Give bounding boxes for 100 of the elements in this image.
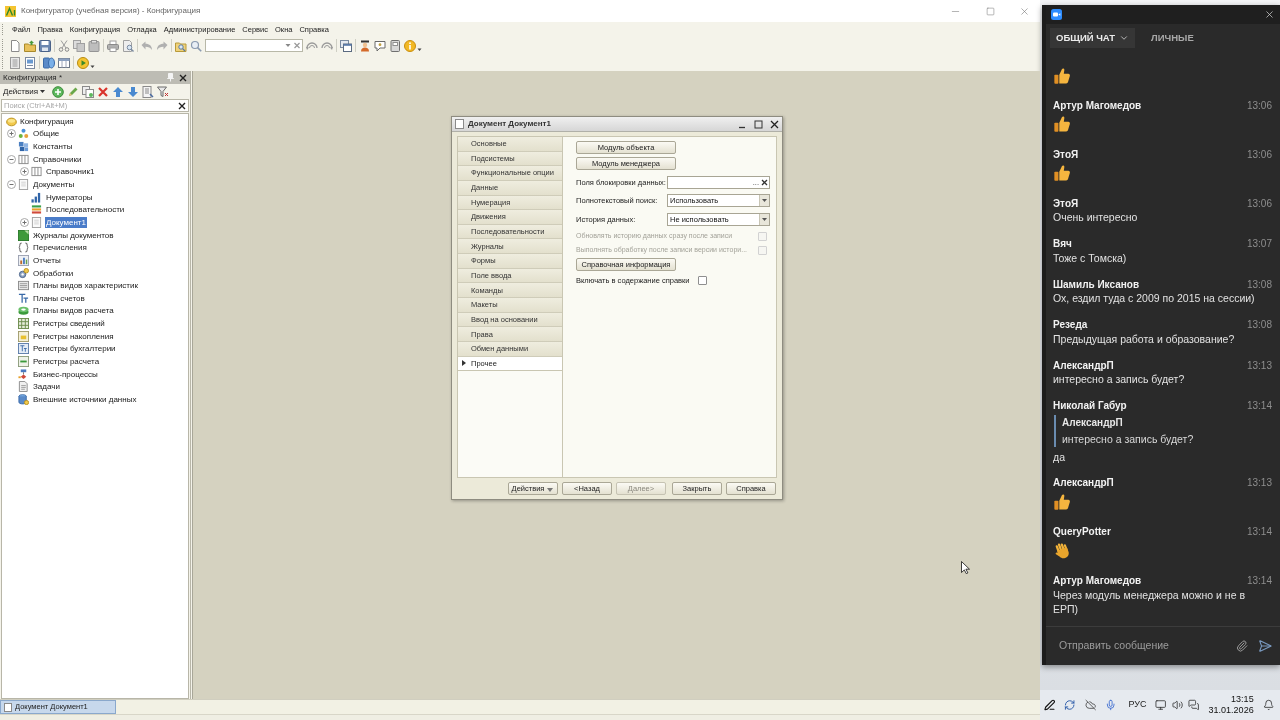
tree-item[interactable]: Обработки (32, 267, 75, 279)
clipboard-icon[interactable] (88, 39, 100, 52)
dots-icon (18, 128, 29, 140)
checkbox[interactable] (697, 276, 707, 285)
tree-item[interactable]: Нумераторы (45, 191, 94, 203)
save-icon[interactable] (39, 39, 51, 52)
message-text: Ох, ездил туда с 2009 по 2015 на сессии) (1053, 291, 1256, 306)
find-next-icon[interactable] (321, 39, 333, 52)
new-document-icon[interactable] (9, 39, 21, 52)
ascending-bars-icon (31, 191, 42, 203)
tree-item[interactable]: Документ1 (45, 216, 87, 228)
pen-icon[interactable] (1044, 699, 1056, 711)
sync-icon[interactable] (1064, 699, 1076, 711)
tree-item[interactable]: Регистры расчета (32, 356, 101, 367)
cloud-off-icon[interactable] (1084, 699, 1097, 711)
search-icon[interactable] (190, 39, 202, 52)
folder-search-icon[interactable] (175, 39, 187, 52)
find-previous-icon[interactable] (306, 39, 318, 52)
tree-item[interactable]: Общие (32, 128, 61, 140)
expand-icon[interactable] (6, 129, 16, 139)
tree-item[interactable]: Регистры накопления (32, 330, 115, 342)
tree-item[interactable]: Отчеты (32, 254, 62, 266)
windows-icon[interactable] (340, 39, 352, 52)
tree-item[interactable]: Внешние источники данных (32, 393, 138, 405)
language-indicator[interactable]: РУС (1128, 698, 1147, 712)
speaker-icon[interactable] (1171, 699, 1184, 711)
speech-bubble-icon[interactable] (374, 39, 386, 52)
list-document-icon[interactable] (9, 56, 21, 69)
image-document-icon[interactable] (24, 56, 36, 69)
open-folder-icon[interactable] (24, 39, 36, 52)
info-icon[interactable] (404, 39, 416, 52)
tree-item[interactable]: Планы видов характеристик (32, 280, 139, 292)
database-icon[interactable] (43, 56, 55, 69)
clear-icon[interactable] (178, 101, 186, 110)
chat-tab[interactable]: ЛИЧНЫЕ (1145, 28, 1200, 48)
tree-item[interactable]: Регистры бухгалтерии (32, 343, 117, 355)
print-preview-icon[interactable] (122, 39, 134, 52)
notification-bell-icon[interactable] (1262, 699, 1274, 711)
table-icon[interactable] (58, 56, 70, 69)
thumbs-up-icon (1053, 164, 1071, 182)
book-icon[interactable] (389, 39, 401, 52)
message-author: ЭтоЯ (1053, 147, 1079, 162)
copy-icon[interactable] (73, 39, 85, 52)
chat-bubbles-icon[interactable] (1188, 699, 1200, 711)
tree-item[interactable]: Журналы документов (32, 229, 115, 241)
tree-item[interactable]: Бизнес-процессы (32, 368, 99, 380)
video-camera-icon[interactable] (1051, 9, 1062, 20)
expand-icon[interactable] (19, 167, 29, 177)
close-icon[interactable] (179, 73, 187, 82)
message-author: Николай Габур (1053, 399, 1127, 413)
message-text: да (1053, 449, 1066, 465)
message-input[interactable]: Отправить сообщение (1059, 635, 1226, 657)
tree-item[interactable]: Константы (32, 141, 74, 153)
tree-item[interactable]: Регистры сведений (32, 318, 106, 330)
clock[interactable]: 13:15 31.01.2026 (1208, 694, 1254, 716)
tree-item[interactable]: Задачи (32, 381, 61, 393)
clear-icon[interactable] (760, 177, 769, 188)
scissors-icon[interactable] (58, 39, 70, 52)
person-icon[interactable] (359, 39, 371, 52)
document-icon (455, 119, 464, 129)
arrow-down-icon[interactable] (127, 85, 140, 98)
filter-icon[interactable] (157, 85, 170, 98)
close-icon[interactable] (770, 119, 779, 129)
tree-item[interactable]: Документы (32, 179, 76, 190)
actions-menu-button[interactable]: Действия (3, 85, 46, 98)
tree-item[interactable]: Конфигурация (19, 115, 75, 127)
monitor-icon[interactable] (1155, 699, 1167, 711)
tree-item[interactable]: Перечисления (32, 242, 88, 254)
send-icon[interactable] (1258, 639, 1272, 653)
search-combo-field[interactable] (205, 39, 303, 52)
tree-item[interactable]: Справочники (32, 153, 83, 165)
thumbs-up-icon (1053, 115, 1071, 133)
copy-document-icon[interactable] (82, 85, 95, 98)
collapse-icon[interactable] (6, 154, 16, 164)
close-icon[interactable] (1264, 9, 1275, 20)
arrow-up-icon[interactable] (112, 85, 125, 98)
list-icon[interactable] (142, 85, 155, 98)
add-icon[interactable] (52, 85, 65, 98)
tree-item[interactable]: Планы счетов (32, 292, 86, 304)
collapse-icon[interactable] (6, 180, 16, 189)
message-time: 13:08 (1246, 277, 1272, 292)
task-document-icon (18, 381, 29, 393)
tree-item[interactable]: Планы видов расчета (32, 305, 115, 317)
delete-icon[interactable] (97, 85, 110, 98)
expand-icon[interactable] (19, 217, 29, 227)
paperclip-icon[interactable] (1236, 640, 1248, 652)
disc-icon (6, 115, 17, 127)
play-icon[interactable] (77, 56, 89, 69)
dropdown-button[interactable] (759, 214, 769, 225)
chat-tab[interactable]: ОБЩИЙ ЧАТ (1050, 28, 1136, 48)
tree-item[interactable]: Справочник1 (45, 166, 96, 178)
journal-icon (18, 229, 29, 241)
register-icon (18, 330, 29, 342)
pencil-icon[interactable] (67, 85, 80, 98)
dropdown-button[interactable] (759, 195, 769, 206)
document-icon (4, 702, 12, 712)
microphone-icon[interactable] (1105, 699, 1117, 711)
maximize-icon[interactable] (754, 119, 763, 129)
tree-item[interactable]: Последовательности (45, 204, 126, 216)
printer-icon[interactable] (107, 39, 119, 52)
